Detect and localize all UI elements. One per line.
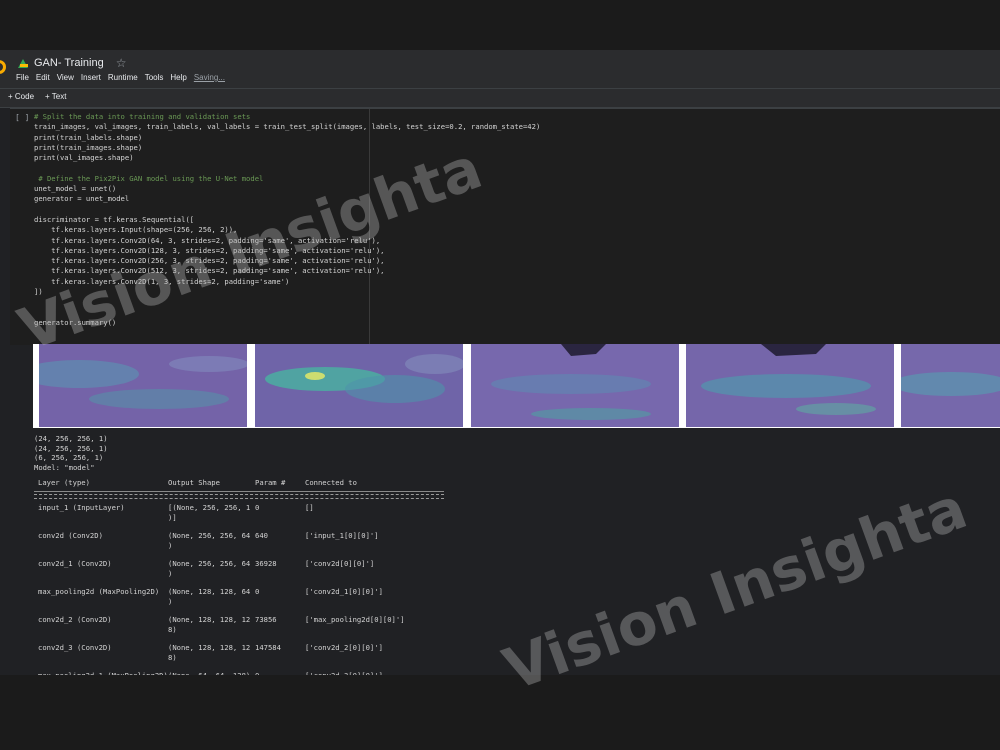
summary-cell-shape: (None, 128, 128, 12 8) xyxy=(168,643,251,662)
code-line: tf.keras.layers.Input(shape=(256, 256, 2… xyxy=(34,225,238,235)
sample-image xyxy=(255,344,463,427)
code-line: tf.keras.layers.Conv2D(1, 3, strides=2, … xyxy=(34,276,290,286)
toolbar: + Code + Text xyxy=(0,88,1000,108)
summary-cell-connected: [] xyxy=(305,503,314,512)
summary-cell-layer: conv2d (Conv2D) xyxy=(38,531,103,540)
add-code-button[interactable]: + Code xyxy=(8,92,34,101)
code-line: print(val_images.shape) xyxy=(34,153,134,163)
header-connected: Connected to xyxy=(305,478,357,487)
summary-cell-layer: max_pooling2d_1 (MaxPooling2D) xyxy=(38,671,168,675)
summary-cell-params: 0 xyxy=(255,587,260,596)
summary-row: max_pooling2d_1 (MaxPooling2D)(None, 64,… xyxy=(34,671,444,675)
code-line: print(train_images.shape) xyxy=(34,142,143,152)
model-summary-table: Layer (type) Output Shape Param # Connec… xyxy=(34,478,444,675)
summary-row: conv2d_2 (Conv2D) (None, 128, 128, 12 8) 7… xyxy=(34,615,444,643)
code-line: tf.keras.layers.Conv2D(256, 3, strides=2… xyxy=(34,256,385,266)
summary-cell-shape: (None, 128, 128, 64 ) xyxy=(168,587,251,606)
summary-cell-shape: (None, 64, 64, 128) xyxy=(168,671,250,675)
code-line: # Define the Pix2Pix GAN model using the… xyxy=(34,173,264,183)
code-line: tf.keras.layers.Conv2D(128, 3, strides=2… xyxy=(34,245,385,255)
summary-cell-connected: ['conv2d[0][0]'] xyxy=(305,559,375,568)
menu-runtime[interactable]: Runtime xyxy=(108,73,138,82)
code-cell[interactable]: [ ] # Split the data into training and v… xyxy=(10,108,1000,345)
notebook-title[interactable]: GAN- Training xyxy=(34,57,104,69)
output-line: (24, 256, 256, 1) xyxy=(34,434,108,443)
summary-cell-layer: conv2d_2 (Conv2D) xyxy=(38,615,112,624)
output-line: Model: "model" xyxy=(34,462,95,472)
code-editor[interactable]: # Split the data into training and valid… xyxy=(34,112,540,328)
summary-row: conv2d (Conv2D) (None, 256, 256, 64 ) 640 [… xyxy=(34,531,444,559)
code-line: discriminator = tf.keras.Sequential([ xyxy=(34,214,195,224)
sample-image xyxy=(39,344,247,427)
title-row: GAN- Training ☆ xyxy=(18,56,126,70)
code-line: train_images, val_images, train_labels, … xyxy=(34,122,541,132)
google-drive-icon xyxy=(18,58,28,68)
run-cell-button[interactable]: [ ] xyxy=(15,113,29,122)
summary-row: max_pooling2d (MaxPooling2D) (None, 128, … xyxy=(34,587,444,615)
header-output-shape: Output Shape xyxy=(168,478,220,487)
divider xyxy=(34,491,444,492)
summary-cell-params: 0 xyxy=(255,503,260,512)
menu-bar: File Edit View Insert Runtime Tools Help… xyxy=(16,73,225,82)
code-line: generator.summary() xyxy=(34,317,117,327)
summary-cell-layer: conv2d_3 (Conv2D) xyxy=(38,643,112,652)
summary-row: conv2d_1 (Conv2D) (None, 256, 256, 64 ) 36… xyxy=(34,559,444,587)
sample-image xyxy=(901,344,1000,427)
cell-output: (24, 256, 256, 1) (24, 256, 256, 1) (6, 25… xyxy=(34,434,108,472)
summary-row: input_1 (InputLayer) [(None, 256, 256, 1 … xyxy=(34,503,444,531)
summary-cell-layer: max_pooling2d (MaxPooling2D) xyxy=(38,587,160,596)
summary-cell-params: 73856 xyxy=(255,615,277,624)
menu-help[interactable]: Help xyxy=(170,73,186,82)
colab-logo-icon[interactable] xyxy=(0,60,6,74)
header-params: Param # xyxy=(255,478,286,487)
image-strip xyxy=(33,344,1000,428)
menu-insert[interactable]: Insert xyxy=(81,73,101,82)
colab-window: GAN- Training ☆ File Edit View Insert Ru… xyxy=(0,50,1000,675)
output-line: (24, 256, 256, 1) xyxy=(34,443,108,453)
sample-image xyxy=(471,344,679,427)
summary-cell-layer: input_1 (InputLayer) xyxy=(38,503,125,512)
summary-cell-connected: ['input_1[0][0]'] xyxy=(305,531,379,540)
add-text-button[interactable]: + Text xyxy=(45,92,66,101)
menu-file[interactable]: File xyxy=(16,73,29,82)
summary-cell-layer: conv2d_1 (Conv2D) xyxy=(38,559,112,568)
top-bar: GAN- Training ☆ File Edit View Insert Ru… xyxy=(0,50,1000,88)
divider xyxy=(34,494,444,499)
summary-cell-params: 0 xyxy=(255,671,259,675)
output-line: (6, 256, 256, 1) xyxy=(34,453,104,463)
header-layer: Layer (type) xyxy=(38,478,90,487)
summary-cell-connected: ['conv2d_2[0][0]'] xyxy=(305,643,383,652)
saving-status[interactable]: Saving... xyxy=(194,73,225,82)
star-icon[interactable]: ☆ xyxy=(116,56,127,70)
summary-cell-shape: (None, 256, 256, 64 ) xyxy=(168,531,251,550)
summary-cell-shape: (None, 256, 256, 64 ) xyxy=(168,559,251,578)
code-line: # Split the data into training and valid… xyxy=(34,112,251,121)
summary-row: conv2d_3 (Conv2D) (None, 128, 128, 12 8) 1… xyxy=(34,643,444,671)
summary-header: Layer (type) Output Shape Param # Connec… xyxy=(34,478,444,487)
menu-edit[interactable]: Edit xyxy=(36,73,50,82)
sample-image xyxy=(686,344,894,427)
summary-cell-shape: [(None, 256, 256, 1 )] xyxy=(168,503,251,522)
summary-cell-shape: (None, 128, 128, 12 8) xyxy=(168,615,251,634)
summary-cell-params: 36928 xyxy=(255,559,277,568)
code-line: ]) xyxy=(34,287,43,297)
code-line: unet_model = unet() xyxy=(34,184,117,194)
summary-cell-connected: ['conv2d_1[0][0]'] xyxy=(305,587,383,596)
summary-cell-connected: ['max_pooling2d[0][0]'] xyxy=(305,615,405,624)
summary-cell-params: 147584 xyxy=(255,643,281,652)
code-line: tf.keras.layers.Conv2D(512, 3, strides=2… xyxy=(34,266,385,276)
summary-cell-params: 640 xyxy=(255,531,268,540)
code-line: tf.keras.layers.Conv2D(64, 3, strides=2,… xyxy=(34,235,381,245)
menu-view[interactable]: View xyxy=(57,73,74,82)
code-line: print(train_labels.shape) xyxy=(34,132,143,142)
summary-cell-connected: ['conv2d_3[0][0]'] xyxy=(305,671,383,675)
code-line: generator = unet_model xyxy=(34,194,130,204)
menu-tools[interactable]: Tools xyxy=(145,73,164,82)
